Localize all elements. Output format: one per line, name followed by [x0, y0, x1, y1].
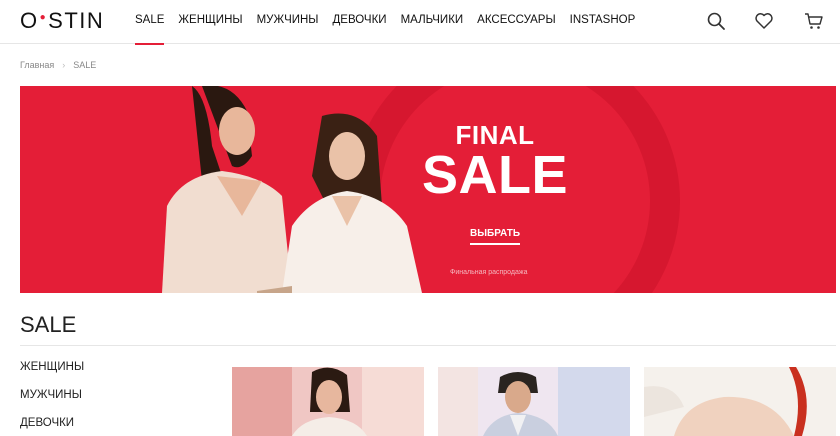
- logo-text-left: O: [20, 8, 39, 33]
- sidebar-item-women[interactable]: ЖЕНЩИНЫ: [20, 361, 84, 373]
- sidebar-item-men[interactable]: МУЖЧИНЫ: [20, 389, 82, 401]
- page-title: SALE: [20, 312, 77, 337]
- nav-item-sale[interactable]: SALE: [135, 0, 165, 45]
- nav-item-boys[interactable]: МАЛЬЧИКИ: [401, 0, 464, 44]
- logo-dot: ●: [39, 11, 48, 23]
- title-divider: [20, 345, 836, 346]
- site-header: O●STIN SALE ЖЕНЩИНЫ МУЖЧИНЫ ДЕВОЧКИ МАЛЬ…: [0, 0, 840, 45]
- breadcrumb: Главная › SALE: [20, 60, 96, 70]
- breadcrumb-home[interactable]: Главная: [20, 60, 54, 70]
- banner-cta-button[interactable]: ВЫБРАТЬ: [470, 228, 521, 245]
- nav-item-girls[interactable]: ДЕВОЧКИ: [332, 0, 386, 44]
- logo[interactable]: O●STIN: [20, 8, 104, 34]
- nav-item-instashop[interactable]: INSTASHOP: [570, 0, 636, 44]
- product-card[interactable]: [438, 367, 630, 436]
- logo-text-right: STIN: [48, 8, 105, 33]
- sidebar-item-girls[interactable]: ДЕВОЧКИ: [20, 417, 74, 429]
- product-card[interactable]: [644, 367, 836, 436]
- product-image: [644, 367, 836, 436]
- product-image: [232, 367, 424, 436]
- promo-banner[interactable]: FINAL SALE ВЫБРАТЬ Финальная распродажа: [20, 86, 836, 293]
- breadcrumb-current: SALE: [73, 60, 97, 70]
- nav-item-women[interactable]: ЖЕНЩИНЫ: [178, 0, 242, 44]
- breadcrumb-separator: ›: [62, 60, 66, 70]
- nav-item-men[interactable]: МУЖЧИНЫ: [257, 0, 319, 44]
- search-icon[interactable]: [706, 11, 726, 31]
- cart-icon[interactable]: [804, 11, 824, 31]
- banner-headline-sale: SALE: [421, 145, 569, 205]
- product-image: [438, 367, 630, 436]
- heart-icon[interactable]: [754, 11, 774, 31]
- product-card[interactable]: [232, 367, 424, 436]
- nav-item-accessories[interactable]: АКСЕССУАРЫ: [477, 0, 556, 44]
- banner-note: Финальная распродажа: [450, 269, 528, 276]
- main-nav: SALE ЖЕНЩИНЫ МУЖЧИНЫ ДЕВОЧКИ МАЛЬЧИКИ АК…: [135, 0, 649, 45]
